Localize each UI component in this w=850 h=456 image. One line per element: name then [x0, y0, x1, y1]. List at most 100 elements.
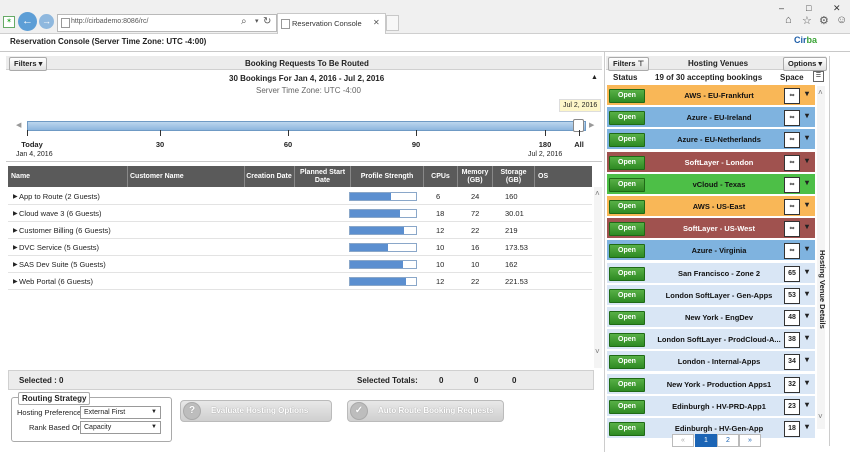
home-icon[interactable]: ⌂ — [785, 14, 792, 26]
expand-arrow-icon[interactable]: ▶ — [13, 227, 18, 234]
venue-row[interactable]: Open Azure - Virginia ∞ ▾ — [607, 240, 815, 261]
expand-arrow-icon[interactable]: ▶ — [13, 261, 18, 268]
timeline-tick-90[interactable]: 90 — [412, 140, 420, 149]
open-status-button[interactable]: Open — [609, 244, 645, 259]
venue-menu-chevron-icon[interactable]: ▾ — [805, 244, 809, 253]
venue-menu-chevron-icon[interactable]: ▾ — [805, 400, 809, 409]
venue-row[interactable]: Open London - Internal-Apps 34 ▾ — [607, 351, 815, 372]
open-status-button[interactable]: Open — [609, 222, 645, 237]
address-bar[interactable]: http://cirbademo:8086/rc/ ⌕ ▾ ↻ — [57, 14, 277, 32]
venue-row[interactable]: Open vCloud - Texas ∞ ▾ — [607, 173, 815, 194]
smiley-feedback-icon[interactable]: ☺ — [836, 14, 847, 26]
open-status-button[interactable]: Open — [609, 399, 645, 414]
venue-row[interactable]: Open San Francisco - Zone 2 65 ▾ — [607, 262, 815, 283]
open-status-button[interactable]: Open — [609, 333, 645, 348]
scroll-up-icon[interactable]: ˄ — [595, 189, 600, 198]
venue-row[interactable]: Open Edinburgh - HV-PRD-App1 23 ▾ — [607, 395, 815, 416]
browser-tab[interactable]: Reservation Console ✕ — [277, 13, 386, 34]
timeline-tick-all[interactable]: All — [574, 140, 584, 149]
column-os[interactable]: OS — [535, 166, 595, 187]
settings-gear-icon[interactable]: ⚙ — [819, 14, 829, 27]
pagination-page-1[interactable]: 1 — [695, 434, 717, 447]
tab-close-icon[interactable]: ✕ — [373, 18, 380, 27]
booking-table-scrollbar[interactable]: ˄ ˅ — [594, 187, 602, 368]
timeline-tick-180[interactable]: 180 — [539, 140, 552, 149]
column-memory[interactable]: Memory (GB) — [458, 166, 493, 187]
venue-menu-chevron-icon[interactable]: ▾ — [805, 378, 809, 387]
venue-menu-chevron-icon[interactable]: ▾ — [805, 111, 809, 120]
venues-filters-button[interactable]: Filters ⊤ — [608, 57, 650, 71]
table-row[interactable]: ▶ Customer Billing (6 Guests) 12 22 219 — [8, 222, 592, 239]
rank-based-on-select[interactable]: Capacity ▼ — [80, 421, 161, 434]
hosting-preference-select[interactable]: External First ▼ — [80, 406, 161, 419]
venue-menu-chevron-icon[interactable]: ▾ — [805, 311, 809, 320]
timeline-range-bar[interactable] — [27, 121, 586, 131]
favorites-star-icon[interactable]: ☆ — [802, 14, 812, 27]
pagination-prev[interactable]: « — [672, 434, 694, 447]
venue-row[interactable]: Open AWS - US-East ∞ ▾ — [607, 196, 815, 216]
venue-menu-chevron-icon[interactable]: ▾ — [805, 333, 809, 342]
venue-row[interactable]: Open New York - Production Apps1 32 ▾ — [607, 373, 815, 394]
venue-menu-chevron-icon[interactable]: ▾ — [805, 355, 809, 364]
collapse-icon[interactable]: ▲ — [591, 74, 598, 81]
venue-menu-chevron-icon[interactable]: ▾ — [805, 422, 809, 431]
booking-filters-button[interactable]: Filters ▾ — [9, 57, 48, 71]
scroll-down-icon[interactable]: ˅ — [595, 347, 600, 356]
timeline-tick-60[interactable]: 60 — [284, 140, 292, 149]
new-tab-button[interactable] — [386, 15, 399, 31]
minimize-button[interactable]: – — [779, 3, 784, 13]
column-planned-start-date[interactable]: Planned Start Date — [295, 166, 351, 187]
venue-row[interactable]: Open SoftLayer - London ∞ ▾ — [607, 151, 815, 172]
timeline-tick-today[interactable]: Today — [21, 140, 43, 149]
scroll-up-icon[interactable]: ˄ — [818, 88, 823, 97]
table-row[interactable]: ▶ Web Portal (6 Guests) 12 22 221.53 — [8, 273, 592, 290]
column-customer-name[interactable]: Customer Name — [127, 166, 245, 187]
search-icon[interactable]: ⌕ — [241, 16, 247, 27]
expand-arrow-icon[interactable]: ▶ — [13, 210, 18, 217]
column-profile-strength[interactable]: Profile Strength — [351, 166, 424, 187]
venue-menu-chevron-icon[interactable]: ▾ — [805, 222, 809, 231]
venue-row[interactable]: Open London SoftLayer - Gen-Apps 53 ▾ — [607, 284, 815, 305]
dropdown-chevron-icon[interactable]: ▾ — [255, 17, 259, 25]
expand-arrow-icon[interactable]: ▶ — [13, 193, 18, 200]
venue-menu-chevron-icon[interactable]: ▾ — [805, 178, 809, 187]
venue-menu-chevron-icon[interactable]: ▾ — [805, 133, 809, 142]
auto-route-button[interactable]: ✓ Auto Route Booking Requests — [347, 400, 504, 422]
venues-options-button[interactable]: Options ▾ — [783, 57, 828, 71]
open-status-button[interactable]: Open — [609, 111, 645, 126]
pagination-next[interactable]: » — [739, 434, 761, 447]
open-status-button[interactable]: Open — [609, 288, 645, 303]
open-status-button[interactable]: Open — [609, 155, 645, 170]
forward-button[interactable]: → — [39, 14, 54, 29]
table-row[interactable]: ▶ DVC Service (5 Guests) 10 16 173.53 — [8, 239, 592, 256]
venue-menu-chevron-icon[interactable]: ▾ — [805, 267, 809, 276]
column-creation-date[interactable]: Creation Date — [244, 166, 295, 187]
column-chooser-icon[interactable]: ☰ — [813, 71, 824, 82]
refresh-icon[interactable]: ↻ — [263, 16, 271, 27]
venue-menu-chevron-icon[interactable]: ▾ — [805, 156, 809, 165]
window-close-button[interactable]: ✕ — [833, 3, 841, 14]
table-row[interactable]: ▶ SAS Dev Suite (5 Guests) 10 10 162 — [8, 256, 592, 273]
open-status-button[interactable]: Open — [609, 311, 645, 325]
open-status-button[interactable]: Open — [609, 89, 645, 103]
venue-menu-chevron-icon[interactable]: ▾ — [805, 89, 809, 98]
open-status-button[interactable]: Open — [609, 355, 645, 370]
column-storage[interactable]: Storage (GB) — [493, 166, 535, 187]
open-status-button[interactable]: Open — [609, 177, 645, 192]
venue-row[interactable]: Open London SoftLayer - ProdCloud-A... 38 ▾ — [607, 329, 815, 350]
open-status-button[interactable]: Open — [609, 200, 645, 214]
scroll-down-icon[interactable]: ˅ — [818, 412, 823, 421]
column-name[interactable]: Name — [8, 166, 128, 187]
timeline-tick-30[interactable]: 30 — [156, 140, 164, 149]
open-status-button[interactable]: Open — [609, 266, 645, 281]
maximize-button[interactable]: □ — [806, 3, 811, 13]
timeline-left-arrow-icon[interactable]: ◀ — [16, 121, 21, 129]
venue-menu-chevron-icon[interactable]: ▾ — [805, 200, 809, 209]
venue-row[interactable]: Open AWS - EU-Frankfurt ∞ ▾ — [607, 85, 815, 105]
evaluate-hosting-options-button[interactable]: ? Evaluate Hosting Options — [180, 400, 332, 422]
open-status-button[interactable]: Open — [609, 133, 645, 148]
expand-arrow-icon[interactable]: ▶ — [13, 244, 18, 251]
venue-row[interactable]: Open New York - EngDev 48 ▾ — [607, 307, 815, 327]
pagination-page-2[interactable]: 2 — [717, 434, 739, 447]
venue-menu-chevron-icon[interactable]: ▾ — [805, 289, 809, 298]
